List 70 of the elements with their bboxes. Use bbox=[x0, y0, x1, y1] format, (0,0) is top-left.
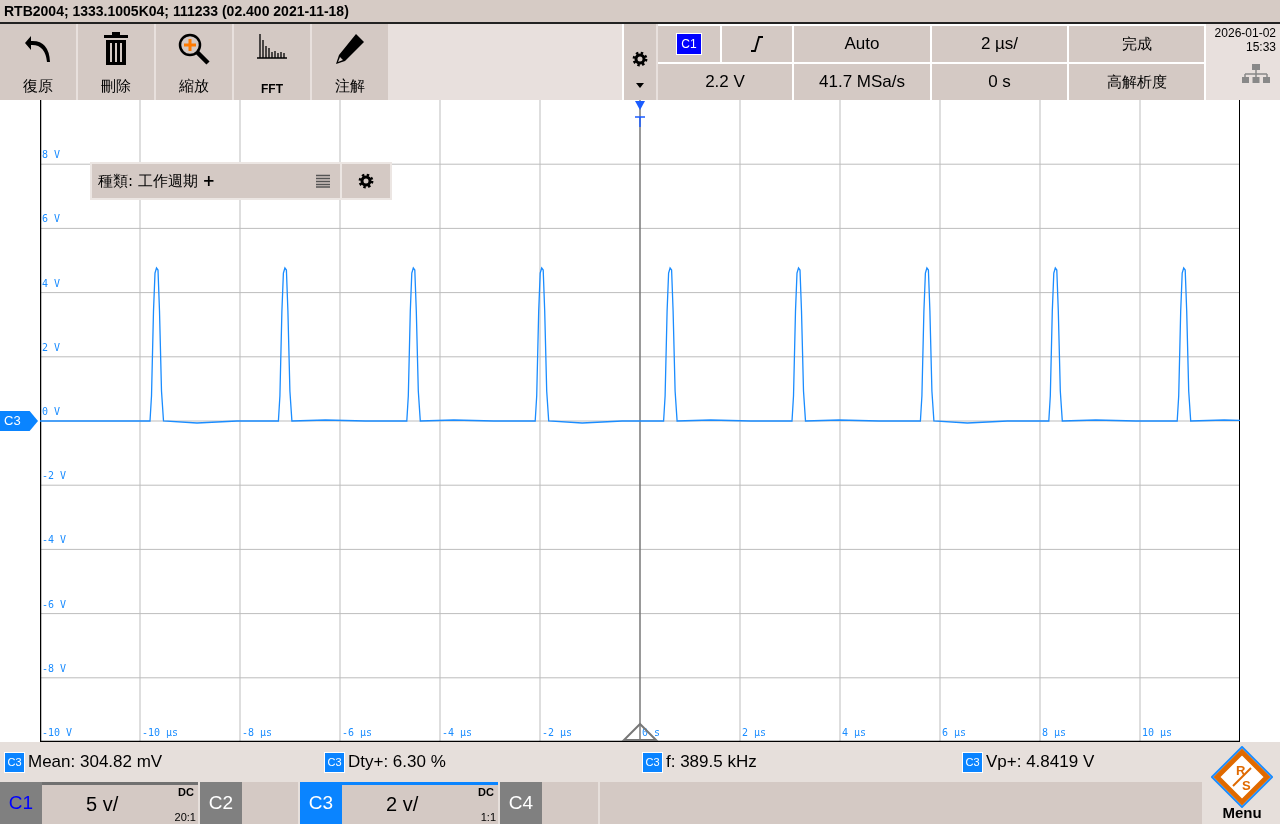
measurement-type[interactable]: 種類: 工作週期 + bbox=[92, 171, 316, 191]
toolbar-button[interactable]: FFT bbox=[234, 24, 310, 100]
slope-icon bbox=[751, 35, 763, 53]
zoom-in-icon bbox=[177, 32, 211, 66]
x-axis-label: -10 µs bbox=[142, 727, 179, 738]
acquisition-status[interactable]: 完成 bbox=[1069, 26, 1204, 62]
toolbar-button[interactable]: 縮放 bbox=[156, 24, 232, 100]
trash-icon bbox=[103, 32, 129, 66]
measurement-value: Vp+: 4.8419 V bbox=[986, 752, 1095, 772]
coupling-text: DC bbox=[178, 786, 194, 798]
channel-settings[interactable]: 5 v/ DC 20:1 bbox=[42, 782, 198, 824]
sample-rate[interactable]: 41.7 MSa/s bbox=[794, 64, 930, 100]
measurement-value: Dty+: 6.30 % bbox=[348, 752, 446, 772]
channel-button[interactable]: C2 bbox=[200, 782, 242, 824]
x-axis-label: -8 µs bbox=[242, 727, 273, 738]
x-axis-label: 6 µs bbox=[942, 727, 967, 738]
acquisition-mode[interactable]: 高解析度 bbox=[1069, 64, 1204, 100]
logo-icon: R S bbox=[1211, 746, 1273, 808]
y-axis-label: 4 V bbox=[42, 277, 61, 289]
network-icon bbox=[1242, 64, 1270, 84]
channel-badge: C3 bbox=[642, 751, 663, 773]
y-axis-label: 6 V bbox=[42, 213, 61, 225]
y-axis-label: -4 V bbox=[42, 534, 67, 546]
toolbar-button[interactable]: 復原 bbox=[0, 24, 76, 100]
x-axis-label: -2 µs bbox=[542, 727, 573, 738]
x-axis-label: 4 µs bbox=[842, 727, 867, 738]
triangle-marker-icon[interactable] bbox=[621, 722, 659, 741]
channel-badge: C3 bbox=[962, 751, 983, 773]
timebase[interactable]: 2 µs/ bbox=[932, 26, 1067, 62]
y-axis-label: -2 V bbox=[42, 470, 67, 482]
y-axis-label: 0 V bbox=[42, 406, 61, 417]
time-text: 15:33 bbox=[1245, 40, 1276, 54]
pencil-icon bbox=[334, 32, 366, 66]
trigger-mode[interactable]: Auto bbox=[794, 26, 930, 62]
channel-badge: C3 bbox=[324, 751, 345, 773]
coupling-text: DC bbox=[478, 786, 494, 798]
x-axis-label: -6 µs bbox=[342, 727, 373, 738]
window-title: RTB2004; 1333.1005K04; 111233 (02.400 2021-11-18) bbox=[4, 3, 349, 19]
measurement-value: Mean: 304.82 mV bbox=[28, 752, 163, 772]
toolbar-button[interactable]: 注解 bbox=[312, 24, 388, 100]
trigger-source[interactable]: C1 bbox=[658, 26, 720, 62]
y-axis-label: -8 V bbox=[42, 662, 67, 674]
channel-settings[interactable]: 2 v/ DC 1:1 bbox=[342, 782, 498, 824]
y-axis-label: 2 V bbox=[42, 341, 61, 353]
x-axis-label: 10 µs bbox=[1142, 727, 1173, 738]
trigger-marker-icon[interactable] bbox=[634, 101, 646, 128]
measurement-value: f: 389.5 kHz bbox=[666, 752, 757, 772]
date-text: 2026-01-02 bbox=[1214, 26, 1276, 40]
settings-icon bbox=[632, 50, 648, 67]
channel-button[interactable]: C3 bbox=[300, 782, 342, 824]
y-axis-label: -10 V bbox=[42, 727, 73, 738]
settings-icon bbox=[358, 173, 374, 189]
caret-icon bbox=[636, 82, 644, 88]
channel-badge: C3 bbox=[4, 751, 25, 773]
toolbar-button[interactable]: 刪除 bbox=[78, 24, 154, 100]
spectrum-icon bbox=[256, 32, 288, 60]
list-icon[interactable] bbox=[316, 174, 330, 188]
horizontal-position[interactable]: 0 s bbox=[932, 64, 1067, 100]
x-axis-label: 2 µs bbox=[742, 727, 767, 738]
vertical-scale: 2 v/ bbox=[386, 793, 419, 816]
channel-marker[interactable]: C3 bbox=[0, 411, 38, 431]
y-axis-label: -6 V bbox=[42, 598, 67, 610]
channel-button[interactable]: C4 bbox=[500, 782, 542, 824]
trigger-level[interactable]: 2.2 V bbox=[658, 64, 792, 100]
y-axis-label: 8 V bbox=[42, 149, 61, 161]
probe-ratio: 1:1 bbox=[480, 811, 496, 823]
vertical-scale: 5 v/ bbox=[86, 793, 119, 816]
x-axis-label: 8 µs bbox=[1042, 727, 1067, 738]
probe-ratio: 20:1 bbox=[174, 811, 196, 823]
x-axis-label: -4 µs bbox=[442, 727, 473, 738]
